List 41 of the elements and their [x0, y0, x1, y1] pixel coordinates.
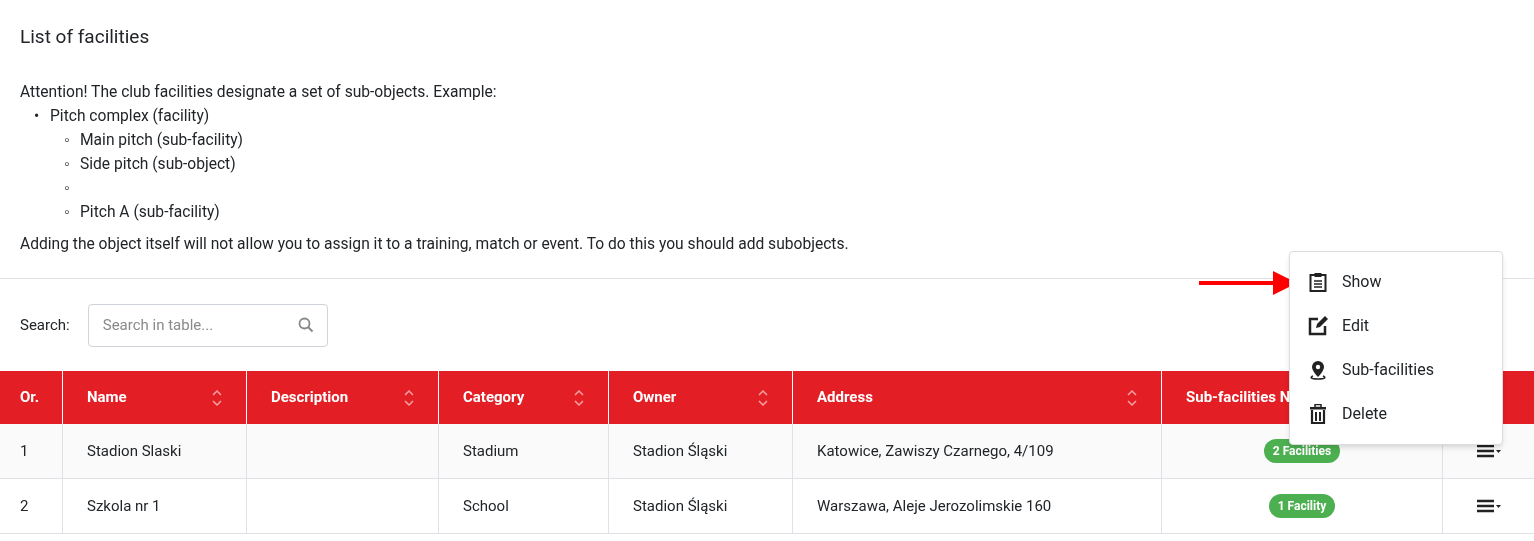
menu-item[interactable]: Show — [1290, 260, 1502, 304]
edit-icon — [1308, 316, 1328, 336]
bullet-marker: ◦ — [64, 178, 71, 199]
table-cell-text: Stadium — [463, 440, 519, 462]
menu-icon[interactable] — [1476, 444, 1501, 458]
sort-icon — [574, 388, 584, 407]
search-label: Search: — [20, 314, 70, 336]
table-cell-text: Stadion Slaski — [87, 440, 182, 462]
menu-item[interactable]: Sub-facilities — [1290, 348, 1502, 392]
page-title: List of facilities — [20, 25, 150, 49]
sort-icon — [758, 388, 768, 407]
notice-text: Attention! The club facilities designate a set of sub-objects. Example: — [20, 82, 497, 103]
table-cell-text: Warszawa, Aleje Jerozolimskie 160 — [817, 495, 1052, 517]
list-item: Pitch complex (facility) — [50, 106, 210, 127]
list-item: Main pitch (sub-facility) — [80, 130, 244, 151]
bullet-marker: ◦ — [64, 154, 71, 175]
table-cell-text: 1 — [20, 440, 29, 462]
search-field[interactable]: Search in table... — [87, 303, 328, 347]
map-pin-icon — [1309, 360, 1327, 380]
sort-icon — [404, 388, 414, 407]
clipboard-icon — [1309, 272, 1327, 292]
table-cell-text: Szkola nr 1 — [87, 495, 161, 517]
table-cell-text: 2 — [20, 495, 29, 517]
count-badge: 1 Facility — [1268, 494, 1336, 518]
menu-item[interactable]: Delete — [1290, 392, 1502, 436]
table-cell-text: Katowice, Zawiszy Czarnego, 4/109 — [817, 440, 1054, 462]
table-cell-text: Stadion Śląski — [633, 495, 728, 517]
list-item: Side pitch (sub-object) — [80, 154, 236, 175]
menu-icon[interactable] — [1476, 499, 1501, 513]
sort-icon — [1127, 388, 1137, 407]
bullet-marker: ◦ — [64, 130, 71, 151]
bullet-marker: ◦ — [64, 202, 71, 223]
sort-icon — [212, 388, 222, 407]
bullet-marker: • — [34, 106, 41, 127]
search-icon — [297, 316, 314, 333]
table-cell-text: Stadion Śląski — [633, 440, 728, 462]
notice-text: Adding the object itself will not allow you to assign it to a training, match or event. To do this you should add subobjects. — [20, 234, 849, 255]
menu-item[interactable]: Edit — [1290, 304, 1502, 348]
trash-icon — [1309, 404, 1327, 424]
table-cell-text: School — [463, 495, 509, 517]
list-item: Pitch A (sub-facility) — [80, 202, 220, 223]
